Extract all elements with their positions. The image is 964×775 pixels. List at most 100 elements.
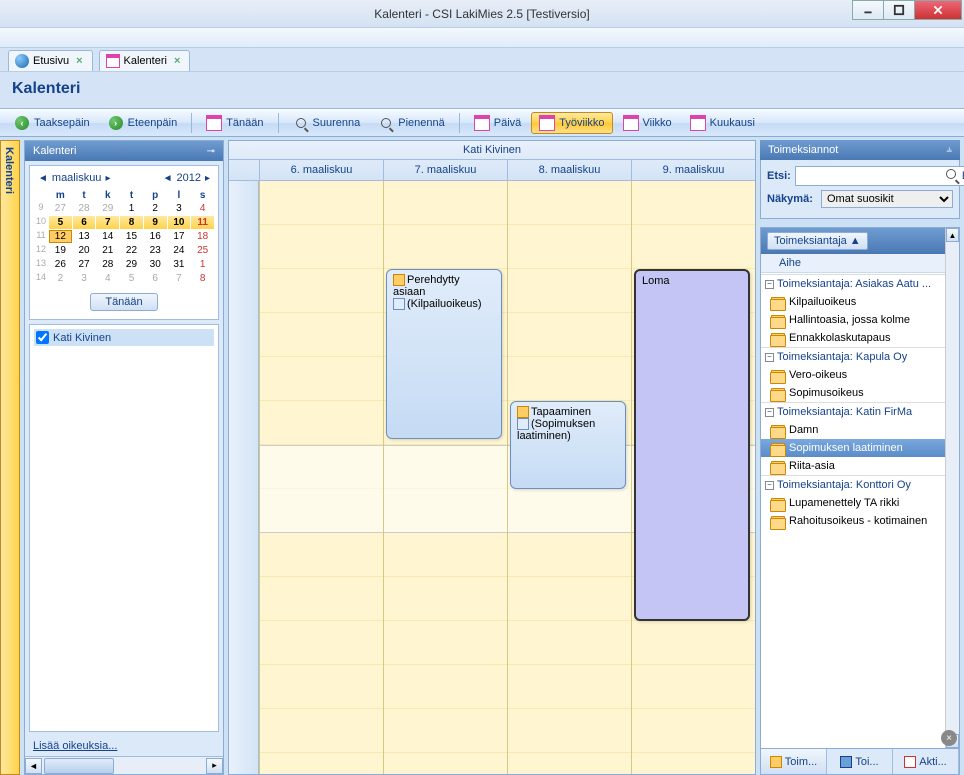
panel-close-icon[interactable]: ×	[941, 730, 957, 746]
maximize-button[interactable]	[883, 0, 915, 20]
zoom-out-button[interactable]: Pienennä	[370, 112, 453, 134]
tree-group-header[interactable]: −Toimeksiantaja: Konttori Oy	[761, 475, 945, 494]
calendar-event[interactable]: Tapaaminen(Sopimuksen laatiminen)	[510, 401, 626, 489]
day-header[interactable]: 6. maaliskuu	[259, 160, 383, 180]
calendar-day[interactable]: 5	[120, 272, 143, 285]
tab-etusivu[interactable]: Etusivu ×	[8, 50, 93, 71]
calendar-day[interactable]: 7	[96, 216, 119, 229]
bottom-tab[interactable]: Akti...	[893, 749, 959, 774]
workweek-view-button[interactable]: Työviikko	[531, 112, 612, 134]
month-dropdown-button[interactable]: ▸	[101, 173, 114, 184]
prev-year-button[interactable]: ◄	[159, 173, 177, 184]
zoom-in-button[interactable]: Suurenna	[285, 112, 369, 134]
calendar-day[interactable]: 6	[73, 216, 96, 229]
today-button[interactable]: Tänään	[90, 293, 157, 311]
scroll-thumb[interactable]	[44, 758, 114, 774]
scroll-left-button[interactable]: ◄	[25, 758, 42, 774]
calendar-day[interactable]: 11	[191, 216, 214, 229]
tree-item[interactable]: Sopimusoikeus	[761, 384, 945, 402]
calendar-day[interactable]: 16	[144, 230, 167, 243]
calendar-day[interactable]: 7	[168, 272, 191, 285]
calendar-day[interactable]: 26	[49, 258, 72, 271]
tree-item[interactable]: Kilpailuoikeus	[761, 293, 945, 311]
calendar-day[interactable]: 27	[73, 258, 96, 271]
tab-kalenteri[interactable]: Kalenteri ×	[99, 50, 191, 71]
calendar-day[interactable]: 4	[191, 202, 214, 215]
day-header[interactable]: 9. maaliskuu	[631, 160, 755, 180]
calendar-day[interactable]: 3	[168, 202, 191, 215]
view-select[interactable]: Omat suosikit	[821, 190, 953, 208]
calendar-day[interactable]: 8	[191, 272, 214, 285]
grid-body[interactable]: Perehdytty asiaan(Kilpailuoikeus)Tapaami…	[229, 181, 755, 774]
calendar-day[interactable]: 28	[73, 202, 96, 215]
collapse-icon[interactable]: −	[765, 280, 774, 289]
calendar-check-item[interactable]: Kati Kivinen	[34, 329, 214, 346]
pin-icon[interactable]: ⫨	[946, 144, 952, 156]
search-button[interactable]: Etsi	[942, 167, 964, 185]
calendar-day[interactable]: 27	[49, 202, 72, 215]
calendar-day[interactable]: 30	[144, 258, 167, 271]
calendar-day[interactable]: 22	[120, 244, 143, 257]
tree-item[interactable]: Riita-asia	[761, 457, 945, 475]
search-input[interactable]	[796, 168, 942, 184]
day-view-button[interactable]: Päivä	[466, 112, 530, 134]
calendar-day[interactable]: 9	[144, 216, 167, 229]
calendar-day[interactable]: 29	[120, 258, 143, 271]
tree-item[interactable]: Hallintoasia, jossa kolme	[761, 311, 945, 329]
tree-item[interactable]: Vero-oikeus	[761, 366, 945, 384]
calendar-day[interactable]: 24	[168, 244, 191, 257]
bottom-tab[interactable]: Toim...	[761, 749, 827, 774]
calendar-day[interactable]: 10	[168, 216, 191, 229]
calendar-day[interactable]: 31	[168, 258, 191, 271]
calendar-day[interactable]: 17	[168, 230, 191, 243]
calendar-day[interactable]: 1	[191, 258, 214, 271]
v-scrollbar[interactable]: ▲ ▼	[945, 228, 959, 748]
calendar-day[interactable]: 2	[144, 202, 167, 215]
day-header[interactable]: 8. maaliskuu	[507, 160, 631, 180]
calendar-day[interactable]: 25	[191, 244, 214, 257]
calendar-day[interactable]: 15	[120, 230, 143, 243]
tree-group-header[interactable]: −Toimeksiantaja: Asiakas Aatu ...	[761, 274, 945, 293]
calendar-event[interactable]: Loma	[634, 269, 750, 621]
tree-item[interactable]: Sopimuksen laatiminen	[761, 439, 945, 457]
calendar-event[interactable]: Perehdytty asiaan(Kilpailuoikeus)	[386, 269, 502, 439]
tab-close-icon[interactable]: ×	[73, 55, 85, 67]
back-button[interactable]: ‹Taaksepäin	[6, 112, 98, 134]
person-checkbox[interactable]	[36, 331, 49, 344]
scroll-up-button[interactable]: ▲	[946, 228, 959, 242]
tree-item[interactable]: Damn	[761, 421, 945, 439]
calendar-day[interactable]: 29	[96, 202, 119, 215]
calendar-day[interactable]: 19	[49, 244, 72, 257]
prev-month-button[interactable]: ◄	[34, 173, 52, 184]
calendar-day[interactable]: 6	[144, 272, 167, 285]
tree-item[interactable]: Ennakkolaskutapaus	[761, 329, 945, 347]
calendar-day[interactable]: 8	[120, 216, 143, 229]
tab-close-icon[interactable]: ×	[171, 55, 183, 67]
close-button[interactable]	[914, 0, 962, 20]
calendar-day[interactable]: 12	[49, 230, 72, 243]
calendar-day[interactable]: 21	[96, 244, 119, 257]
calendar-day[interactable]: 14	[96, 230, 119, 243]
bottom-tab[interactable]: Toi...	[827, 749, 893, 774]
scroll-right-button[interactable]: ▸	[206, 758, 223, 774]
side-tab-kalenteri[interactable]: Kalenteri	[0, 140, 20, 775]
collapse-icon[interactable]: −	[765, 353, 774, 362]
day-header[interactable]: 7. maaliskuu	[383, 160, 507, 180]
forward-button[interactable]: ›Eteenpäin	[100, 112, 186, 134]
collapse-icon[interactable]: −	[765, 408, 774, 417]
calendar-day[interactable]: 2	[49, 272, 72, 285]
calendar-day[interactable]: 13	[73, 230, 96, 243]
tree-item[interactable]: Lupamenettely TA rikki	[761, 494, 945, 512]
collapse-icon[interactable]: −	[765, 481, 774, 490]
next-year-button[interactable]: ▸	[201, 173, 214, 184]
calendar-day[interactable]: 23	[144, 244, 167, 257]
minimize-button[interactable]	[852, 0, 884, 20]
week-view-button[interactable]: Viikko	[615, 112, 680, 134]
today-button[interactable]: Tänään	[198, 112, 271, 134]
h-scrollbar[interactable]: ◄ ▸	[25, 756, 223, 774]
calendar-day[interactable]: 3	[73, 272, 96, 285]
calendar-day[interactable]: 1	[120, 202, 143, 215]
tree-item[interactable]: Rahoitusoikeus - kotimainen	[761, 512, 945, 530]
tree-column-header[interactable]: Aihe	[761, 254, 959, 273]
calendar-day[interactable]: 4	[96, 272, 119, 285]
